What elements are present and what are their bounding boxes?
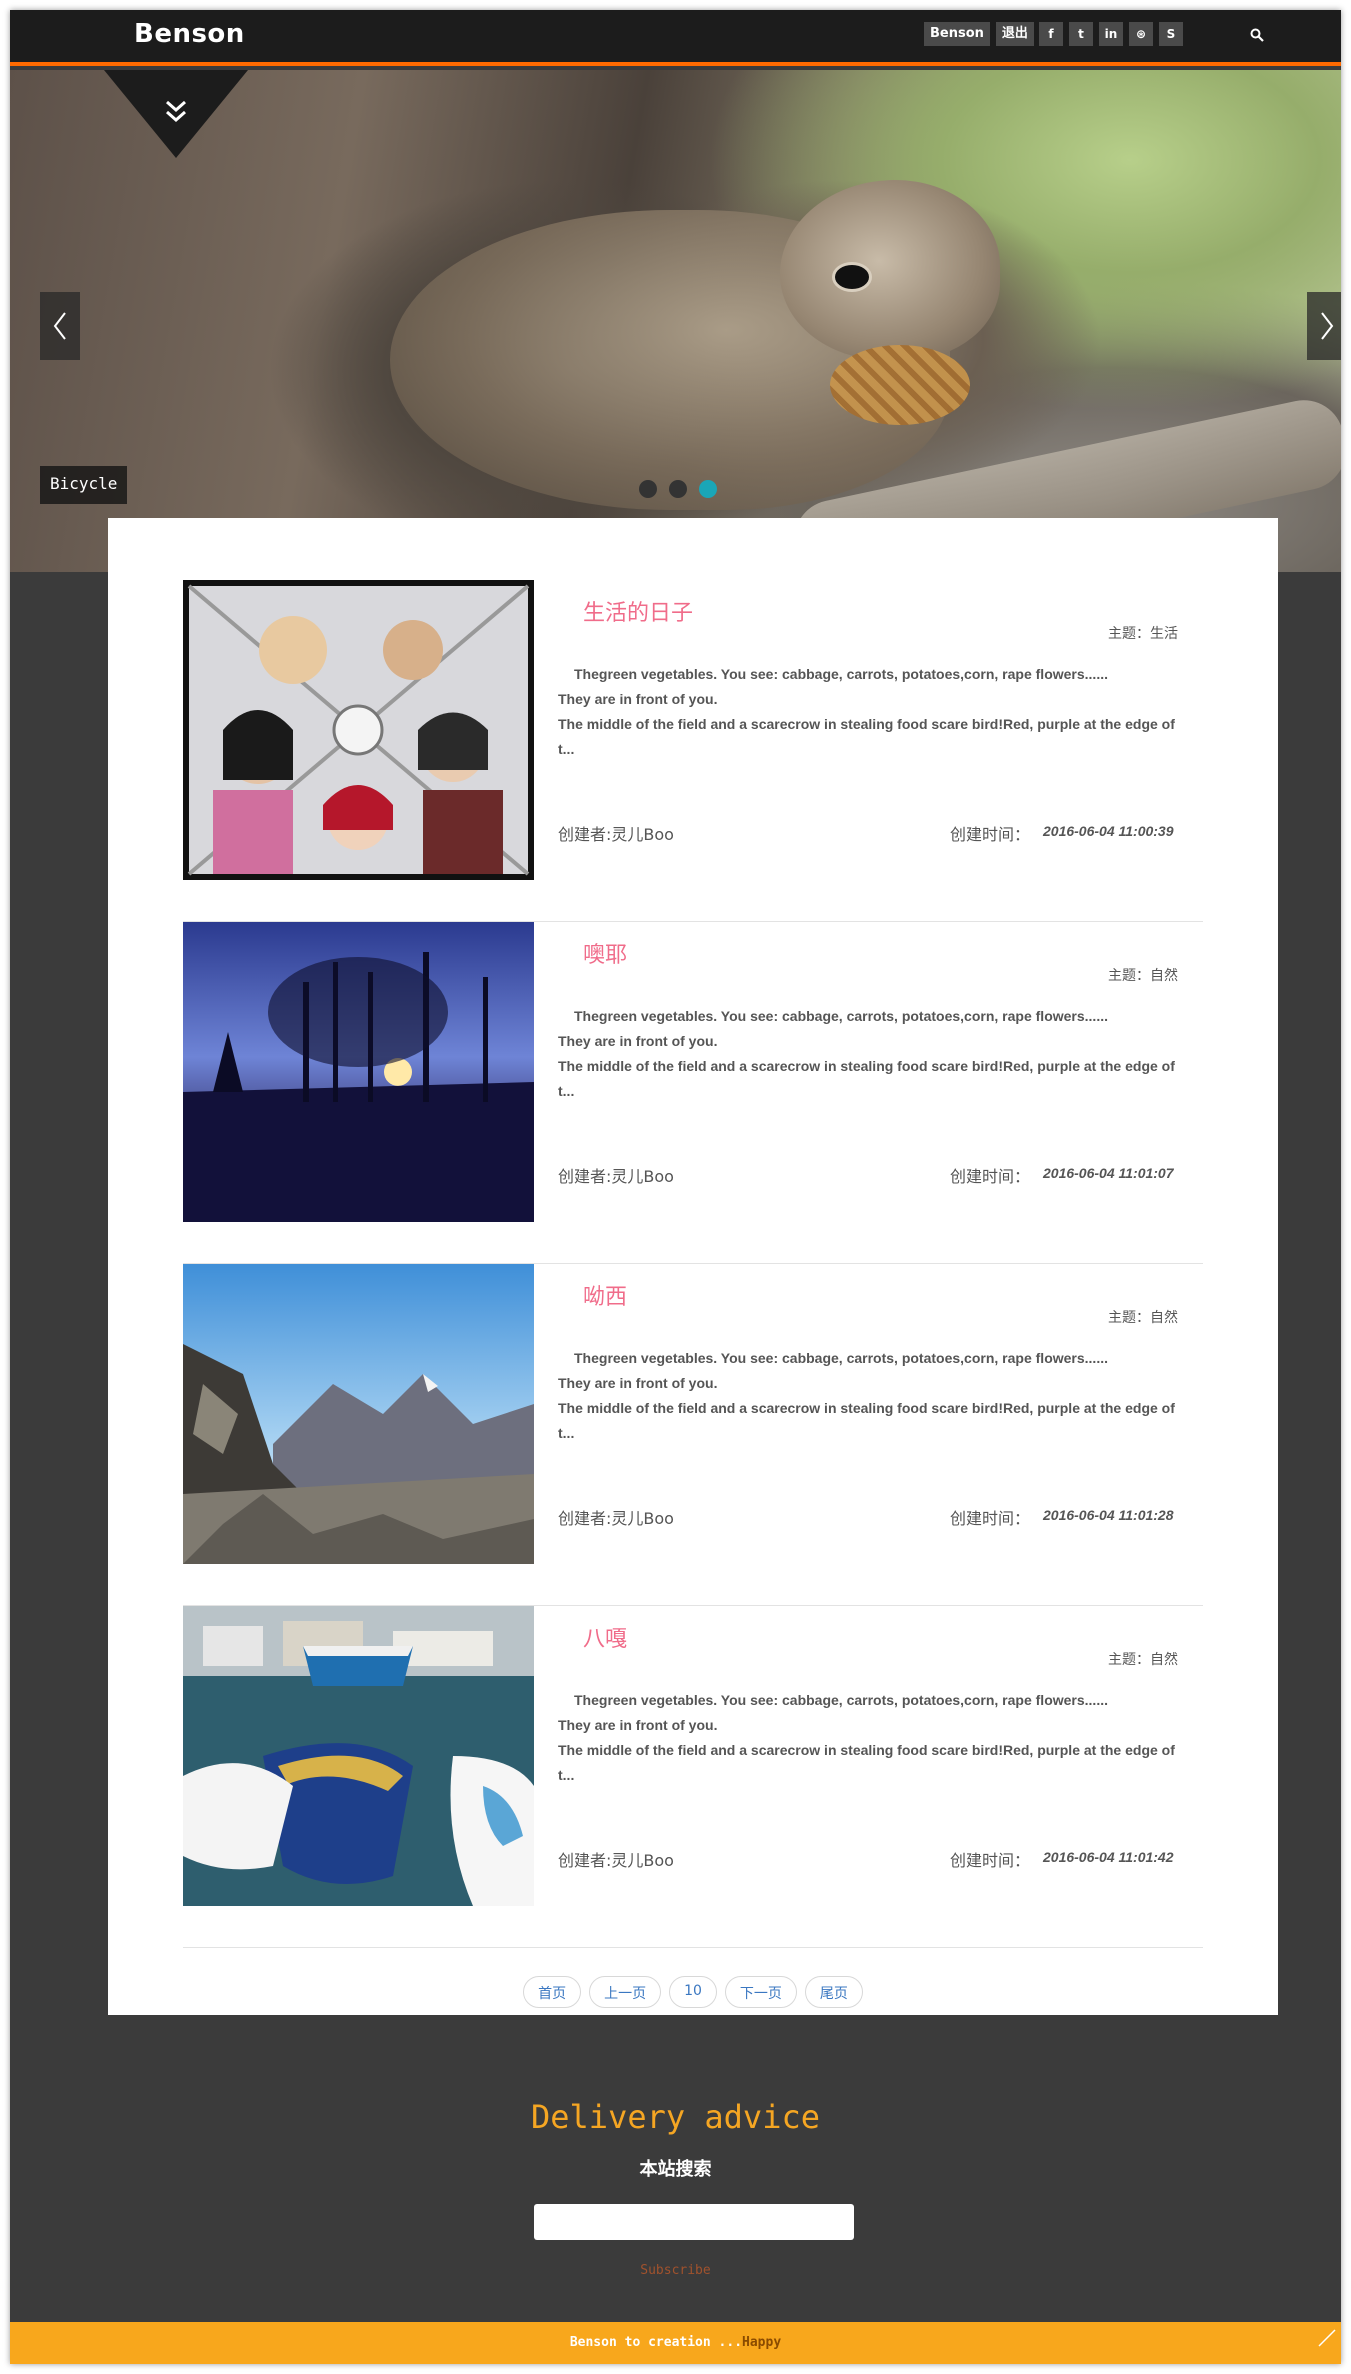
hero-photo-pinecone bbox=[830, 345, 970, 425]
site-search-label: 本站搜索 bbox=[639, 2159, 712, 2180]
post-excerpt-line: The middle of the field and a scarecrow … bbox=[558, 1742, 1175, 1783]
post-item: 八嘎 主题：自然 Thegreen vegetables. You see: c… bbox=[183, 1606, 1203, 1948]
post-date: 2016-06-04 11:01:28 bbox=[1043, 1507, 1174, 1523]
pager-prev[interactable]: 上一页 bbox=[589, 1976, 662, 2008]
post-excerpt: Thegreen vegetables. You see: cabbage, c… bbox=[558, 1688, 1183, 1788]
bottom-bar: Benson to creation ...Happy bbox=[10, 2322, 1341, 2364]
post-excerpt: Thegreen vegetables. You see: cabbage, c… bbox=[558, 1004, 1183, 1104]
post-item: 生活的日子 主题：生活 Thegreen vegetables. You see… bbox=[183, 580, 1203, 922]
slider-dots bbox=[639, 480, 717, 498]
post-excerpt-line: Thegreen vegetables. You see: cabbage, c… bbox=[574, 666, 1108, 682]
bottom-text: Benson to creation ...Happy bbox=[10, 2335, 1341, 2350]
post-excerpt-line: The middle of the field and a scarecrow … bbox=[558, 1400, 1175, 1441]
user-links: Benson 退出 bbox=[924, 22, 1034, 46]
post-author: 创建者:灵儿Boo bbox=[558, 1167, 674, 1186]
post-date: 2016-06-04 11:00:39 bbox=[1043, 823, 1174, 839]
slider-dot[interactable] bbox=[639, 480, 657, 498]
post-thumbnail[interactable] bbox=[183, 1264, 534, 1564]
post-excerpt-line: They are in front of you. bbox=[558, 691, 718, 707]
slide-caption: Bicycle bbox=[40, 466, 128, 504]
post-author: 创建者:灵儿Boo bbox=[558, 825, 674, 844]
post-excerpt-line: They are in front of you. bbox=[558, 1717, 718, 1733]
resize-corner-icon bbox=[1318, 2329, 1336, 2347]
post-topic: 主题：生活 bbox=[1108, 626, 1178, 642]
post-date-label: 创建时间： bbox=[950, 1851, 1031, 1870]
dribbble-icon[interactable]: ⊛ bbox=[1129, 22, 1153, 46]
slider-prev-button[interactable] bbox=[40, 292, 80, 360]
top-navbar: Benson Benson 退出 f t in ⊛ S bbox=[10, 10, 1341, 66]
slider-dot[interactable] bbox=[669, 480, 687, 498]
pager-next[interactable]: 下一页 bbox=[724, 1976, 797, 2008]
social-links: f t in ⊛ S bbox=[1039, 22, 1183, 46]
post-topic: 主题：自然 bbox=[1108, 1652, 1178, 1668]
post-topic: 主题：自然 bbox=[1108, 1310, 1178, 1326]
pager-current[interactable]: 10 bbox=[669, 1976, 717, 2008]
facebook-icon[interactable]: f bbox=[1039, 22, 1063, 46]
post-excerpt: Thegreen vegetables. You see: cabbage, c… bbox=[558, 1346, 1183, 1446]
search-icon[interactable] bbox=[1245, 23, 1269, 47]
chevron-right-icon bbox=[1321, 312, 1334, 340]
post-excerpt-line: Thegreen vegetables. You see: cabbage, c… bbox=[574, 1692, 1108, 1708]
slider-next-button[interactable] bbox=[1307, 292, 1341, 360]
post-excerpt-line: Thegreen vegetables. You see: cabbage, c… bbox=[574, 1008, 1108, 1024]
post-title[interactable]: 呦西 bbox=[583, 1279, 627, 1311]
brand-logo[interactable]: Benson bbox=[134, 19, 245, 49]
bottom-text-prefix: Benson to creation ... bbox=[569, 2335, 743, 2350]
post-title[interactable]: 噢耶 bbox=[583, 937, 627, 969]
linkedin-icon[interactable]: in bbox=[1099, 22, 1123, 46]
post-item: 噢耶 主题：自然 Thegreen vegetables. You see: c… bbox=[183, 922, 1203, 1264]
pager-last[interactable]: 尾页 bbox=[804, 1976, 863, 2008]
post-date-label: 创建时间： bbox=[950, 1509, 1031, 1528]
footer-title: Delivery advice bbox=[531, 2098, 820, 2136]
bottom-text-happy: Happy bbox=[742, 2335, 782, 2350]
pager-first[interactable]: 首页 bbox=[523, 1976, 582, 2008]
post-excerpt-line: Thegreen vegetables. You see: cabbage, c… bbox=[574, 1350, 1108, 1366]
post-excerpt-line: They are in front of you. bbox=[558, 1033, 718, 1049]
post-thumbnail[interactable] bbox=[183, 922, 534, 1222]
post-thumbnail[interactable] bbox=[183, 580, 534, 880]
page-frame: Benson Benson 退出 f t in ⊛ S Bicycle 生活的日… bbox=[10, 10, 1341, 2364]
post-thumbnail[interactable] bbox=[183, 1606, 534, 1906]
post-excerpt: Thegreen vegetables. You see: cabbage, c… bbox=[558, 662, 1183, 762]
post-date: 2016-06-04 11:01:07 bbox=[1043, 1165, 1174, 1181]
post-excerpt-line: They are in front of you. bbox=[558, 1375, 718, 1391]
post-item: 呦西 主题：自然 Thegreen vegetables. You see: c… bbox=[183, 1264, 1203, 1606]
post-excerpt-line: The middle of the field and a scarecrow … bbox=[558, 1058, 1175, 1099]
post-date: 2016-06-04 11:01:42 bbox=[1043, 1849, 1174, 1865]
subscribe-button[interactable]: Subscribe bbox=[10, 2263, 1341, 2278]
logout-link[interactable]: 退出 bbox=[995, 22, 1034, 46]
post-list-card: 生活的日子 主题：生活 Thegreen vegetables. You see… bbox=[108, 518, 1278, 2015]
double-chevron-down-icon[interactable] bbox=[160, 96, 192, 128]
twitter-icon[interactable]: t bbox=[1069, 22, 1093, 46]
post-date-label: 创建时间： bbox=[950, 1167, 1031, 1186]
skype-icon[interactable]: S bbox=[1159, 22, 1183, 46]
post-title[interactable]: 八嘎 bbox=[583, 1621, 627, 1653]
post-topic: 主题：自然 bbox=[1108, 968, 1178, 984]
chevron-left-icon bbox=[53, 312, 66, 340]
post-date-label: 创建时间： bbox=[950, 825, 1031, 844]
post-author: 创建者:灵儿Boo bbox=[558, 1509, 674, 1528]
hero-slider: Bicycle bbox=[10, 70, 1341, 572]
hero-photo-eye bbox=[835, 265, 869, 289]
slider-dot-active[interactable] bbox=[699, 480, 717, 498]
user-name-link[interactable]: Benson bbox=[924, 22, 990, 46]
subscribe-input[interactable] bbox=[534, 2204, 854, 2240]
pagination: 首页 上一页 10 下一页 尾页 bbox=[108, 1976, 1278, 2008]
post-author: 创建者:灵儿Boo bbox=[558, 1851, 674, 1870]
post-excerpt-line: The middle of the field and a scarecrow … bbox=[558, 716, 1175, 757]
post-title[interactable]: 生活的日子 bbox=[583, 595, 693, 627]
hero-photo-head bbox=[780, 180, 1000, 360]
